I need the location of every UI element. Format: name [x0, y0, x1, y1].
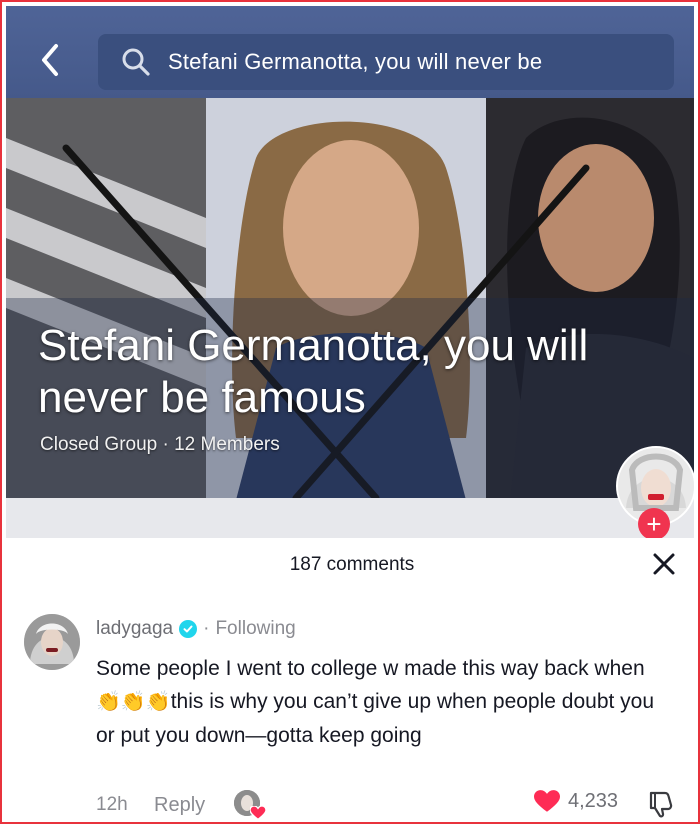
cover-bottom-strip [6, 498, 694, 538]
close-icon [653, 553, 675, 575]
follow-plus-button[interactable]: + [638, 508, 670, 538]
comment-text-part1: Some people I went to college w made thi… [96, 657, 645, 680]
comment-item: ladygaga · Following Some people I went … [2, 602, 698, 822]
like-button[interactable]: 4,233 [534, 790, 618, 813]
group-title: Stefani Germanotta, you will never be fa… [38, 321, 589, 422]
comment-user-line: ladygaga · Following [96, 618, 296, 640]
verified-badge-icon [179, 620, 198, 638]
back-button[interactable] [36, 40, 66, 80]
search-query: Stefani Germanotta, you will never be [168, 49, 543, 74]
reply-button[interactable]: Reply [154, 794, 205, 817]
video-frame: Stefani Germanotta, you will never be St… [6, 6, 694, 538]
search-bar[interactable]: Stefani Germanotta, you will never be [98, 34, 674, 90]
clapping-hands-emoji: 👏👏👏 [96, 691, 171, 713]
like-count: 4,233 [568, 790, 619, 812]
comment-footer: 12h Reply 4,233 [96, 790, 686, 821]
avatar-image [24, 614, 80, 670]
separator-dot: · [203, 618, 210, 639]
close-comments-button[interactable] [650, 550, 678, 578]
plus-icon: + [646, 509, 662, 538]
dislike-button[interactable] [648, 790, 674, 822]
comments-header: 187 comments [2, 540, 698, 590]
creator-liked-heart-icon [249, 804, 267, 822]
group-meta: Closed Group · 12 Members [40, 434, 280, 455]
comments-count: 187 comments [289, 554, 415, 575]
screenshot-frame: Stefani Germanotta, you will never be St… [0, 0, 700, 824]
comment-text-part2: this is why you can’t give up when peopl… [96, 690, 655, 747]
fb-search-header: Stefani Germanotta, you will never be [6, 6, 694, 98]
following-label: Following [215, 618, 296, 639]
group-cover-photo: Stefani Germanotta, you will never be fa… [6, 98, 694, 538]
search-icon [122, 48, 150, 76]
chevron-left-icon [42, 44, 58, 76]
comment-username[interactable]: ladygaga [96, 618, 173, 640]
comment-text: Some people I went to college w made thi… [96, 652, 666, 752]
thumbs-down-icon [649, 791, 673, 818]
comment-avatar[interactable] [24, 614, 80, 670]
comment-timestamp: 12h [96, 794, 128, 815]
cover-photo-illustration [6, 98, 694, 538]
heart-icon [534, 790, 560, 812]
